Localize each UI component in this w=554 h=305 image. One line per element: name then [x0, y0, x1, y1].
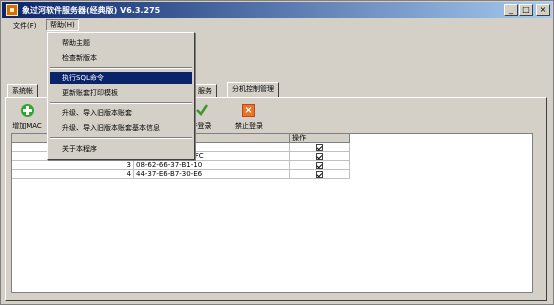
forbid-login-label: 禁止登录: [235, 122, 263, 130]
menu-separator: [50, 67, 192, 69]
app-window: 象过河软件服务器(经典版) V6.3.275 _ □ × 文件(F) 帮助(H)…: [0, 0, 554, 305]
row-action: [290, 161, 350, 170]
close-button[interactable]: ×: [536, 4, 550, 16]
add-mac-label: 增加MAC: [12, 122, 42, 130]
tab-service[interactable]: 服务: [193, 84, 217, 97]
tab-system-accounts[interactable]: 系统帐: [7, 84, 38, 97]
row-action: [290, 170, 350, 179]
forbid-login-button[interactable]: × 禁止登录: [229, 103, 269, 131]
menu-item-execute-sql[interactable]: 执行SQL命令: [50, 72, 192, 84]
menu-file[interactable]: 文件(F): [10, 20, 40, 32]
menu-item-update-print-template[interactable]: 更新账套打印模板: [50, 87, 192, 99]
menu-separator: [50, 137, 192, 139]
table-row[interactable]: 4 44-37-E6-B7-30-E6: [12, 170, 350, 179]
table-row[interactable]: 3 08-62-66-37-B1-10: [12, 161, 350, 170]
row-mac: 08-62-66-37-B1-10: [134, 161, 290, 170]
add-icon: [21, 104, 34, 117]
title-bar[interactable]: 象过河软件服务器(经典版) V6.3.275 _ □ ×: [2, 2, 552, 18]
row-checkbox[interactable]: [316, 162, 323, 169]
row-checkbox[interactable]: [316, 144, 323, 151]
row-mac: 44-37-E6-B7-30-E6: [134, 170, 290, 179]
menu-item-upgrade-import-basic-info[interactable]: 升级、导入旧版本账套基本信息: [50, 122, 192, 134]
window-title: 象过河软件服务器(经典版) V6.3.275: [22, 6, 161, 15]
tab-branch-control[interactable]: 分机控制管理: [227, 82, 279, 97]
forbid-icon: ×: [242, 104, 255, 117]
maximize-button[interactable]: □: [519, 4, 533, 16]
check-icon: [196, 104, 209, 116]
help-menu-dropdown: 帮助主题 检查新版本 执行SQL命令 更新账套打印模板 升级、导入旧版本账套 升…: [47, 32, 195, 160]
row-action: [290, 152, 350, 161]
minimize-button[interactable]: _: [504, 4, 518, 16]
menu-item-check-update[interactable]: 检查新版本: [50, 52, 192, 64]
table-header-action[interactable]: 操作: [290, 134, 350, 143]
row-action: [290, 143, 350, 152]
row-checkbox[interactable]: [316, 153, 323, 160]
row-index: 3: [12, 161, 134, 170]
menu-help[interactable]: 帮助(H): [46, 19, 79, 31]
row-index: 4: [12, 170, 134, 179]
row-checkbox[interactable]: [316, 171, 323, 178]
menu-item-about[interactable]: 关于本程序: [50, 143, 192, 155]
add-mac-button[interactable]: 增加MAC: [7, 103, 47, 131]
menu-bar: 文件(F) 帮助(H): [2, 19, 552, 32]
menu-item-help-topics[interactable]: 帮助主题: [50, 37, 192, 49]
menu-separator: [50, 102, 192, 104]
menu-item-upgrade-import-accounts[interactable]: 升级、导入旧版本账套: [50, 107, 192, 119]
app-icon: [6, 4, 18, 16]
